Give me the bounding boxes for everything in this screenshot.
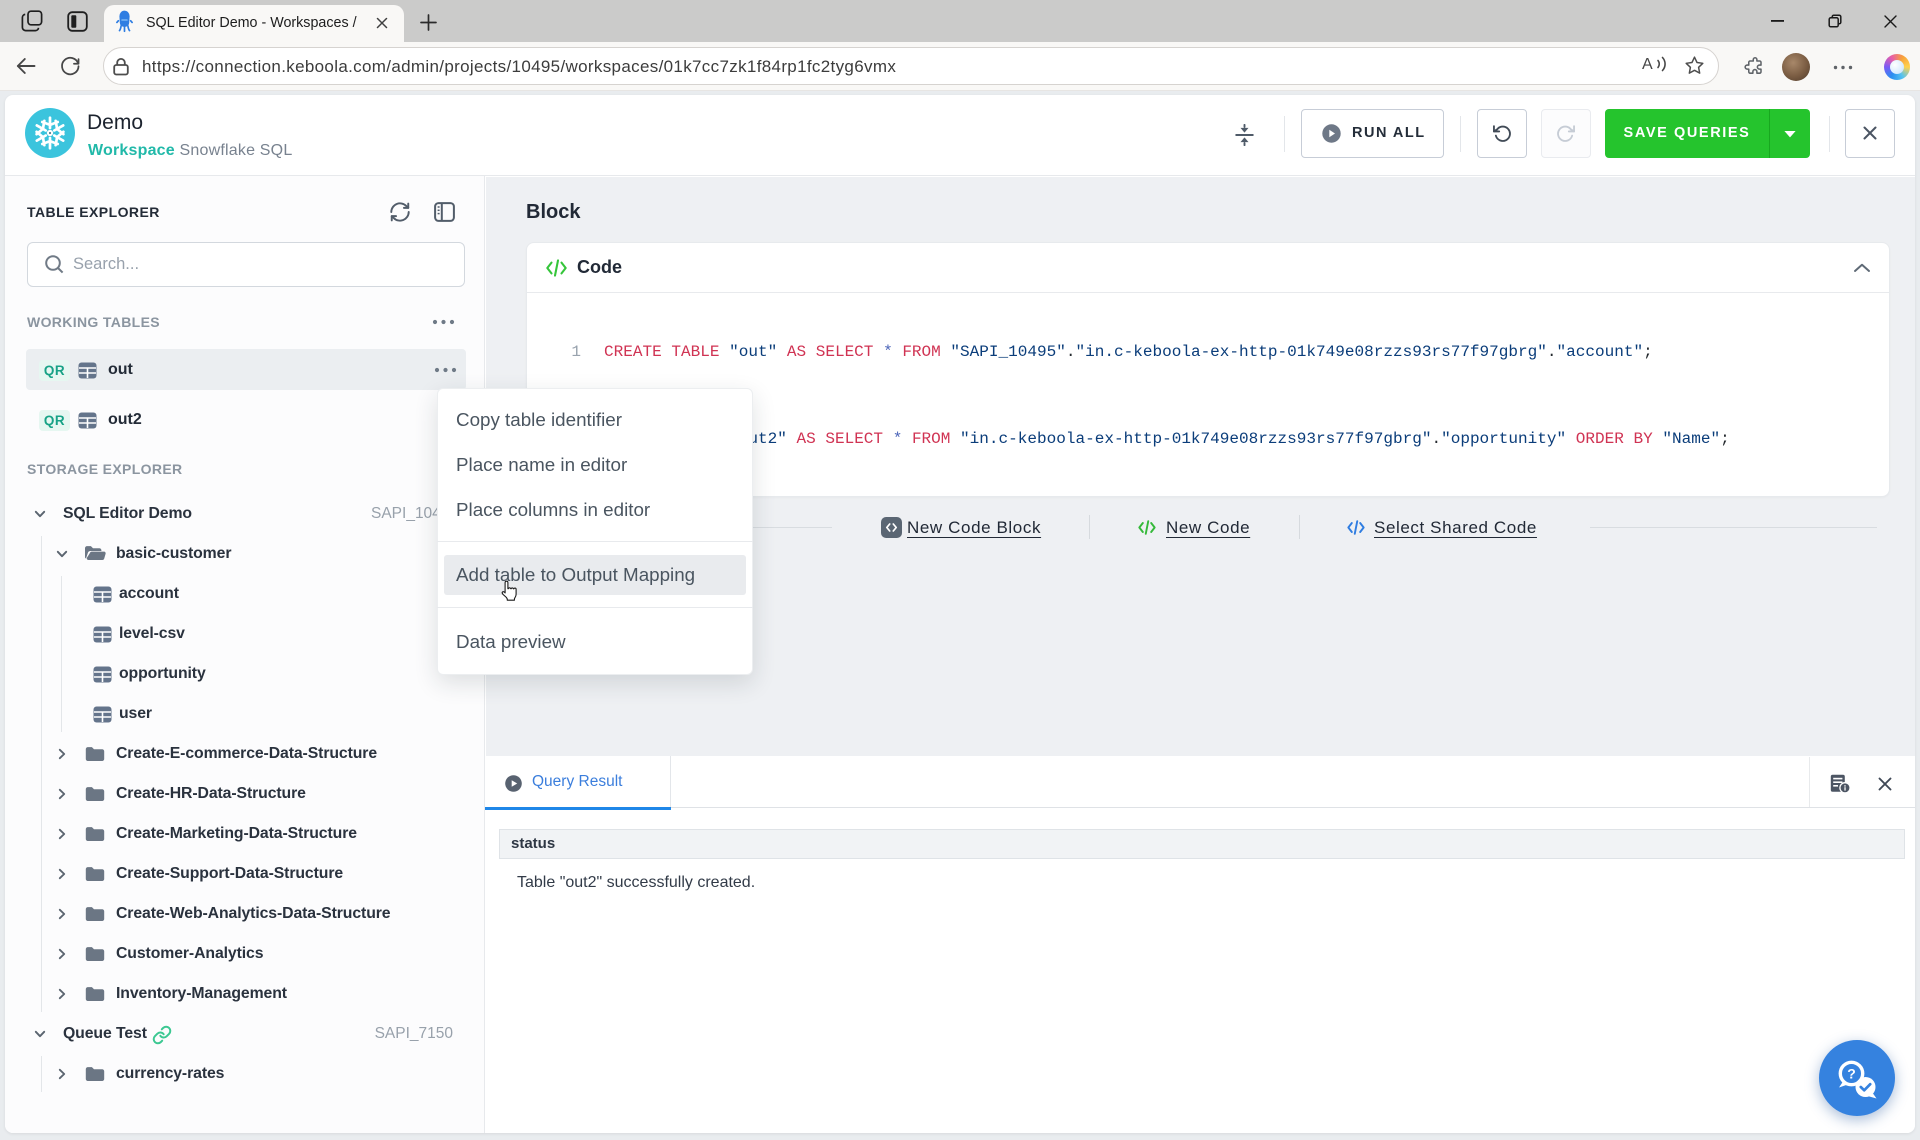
- svg-text:?: ?: [1847, 1066, 1856, 1082]
